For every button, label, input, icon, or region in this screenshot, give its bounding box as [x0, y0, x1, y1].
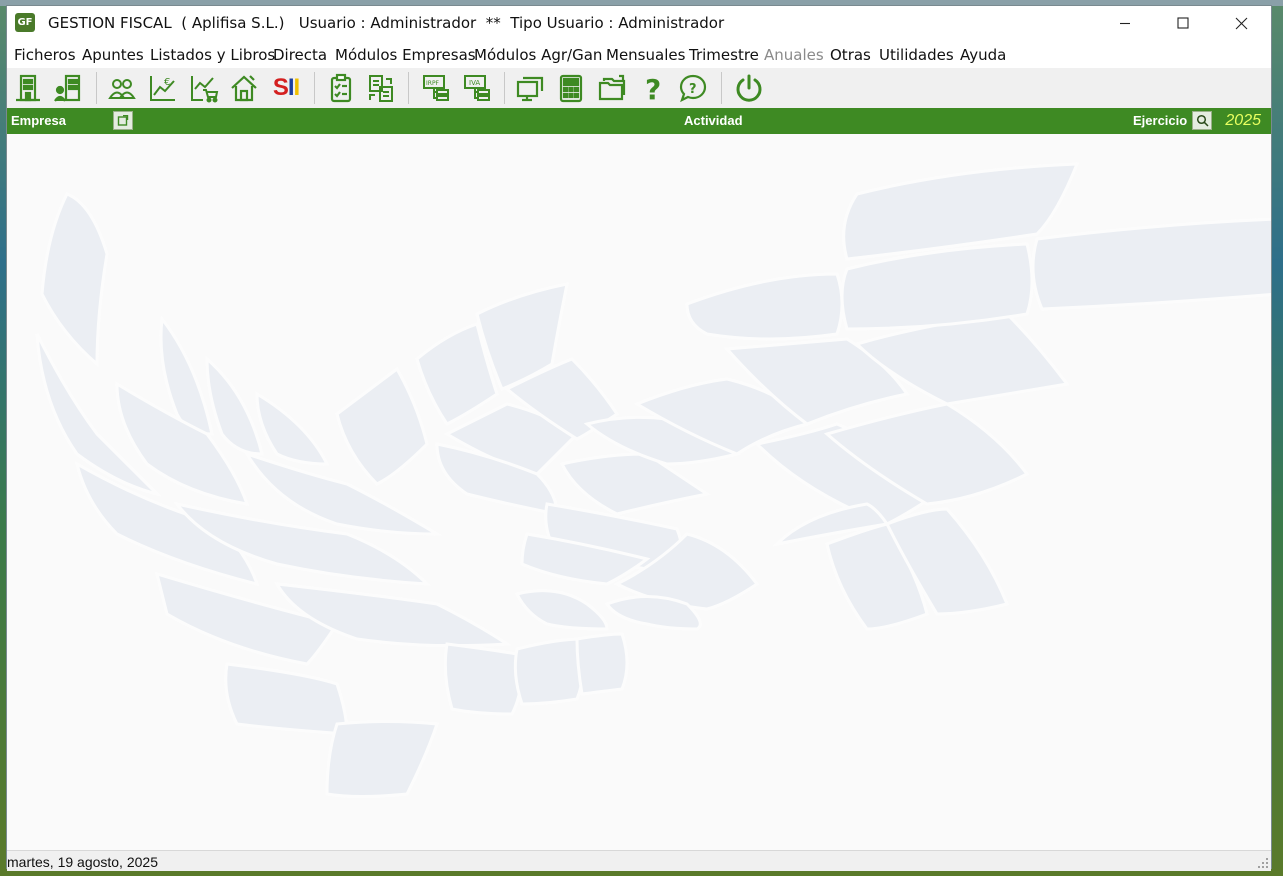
minimize-button[interactable]: [1096, 6, 1154, 40]
menu-modulos-agr-gan[interactable]: Módulos Agr/Gan: [474, 46, 602, 64]
maximize-icon: [1177, 17, 1189, 29]
close-button[interactable]: [1212, 6, 1270, 40]
calculadora-button[interactable]: [554, 71, 588, 105]
ejercicio-label: Ejercicio: [1133, 113, 1188, 128]
refresh-icon: [117, 114, 129, 126]
menu-mensuales[interactable]: Mensuales: [606, 46, 685, 64]
menu-ayuda[interactable]: Ayuda: [960, 46, 1006, 64]
clipboard-check-icon: [330, 73, 352, 103]
clientes-button[interactable]: [105, 71, 139, 105]
monitor-icon: [516, 76, 544, 102]
toolbar-separator: [408, 72, 409, 104]
sii-icon: SII: [272, 74, 300, 101]
maximize-button[interactable]: [1154, 6, 1212, 40]
sii-button[interactable]: SII: [269, 71, 303, 105]
empresa-label: Empresa: [11, 113, 66, 128]
pantallas-button[interactable]: [513, 71, 547, 105]
toolbar-separator: [721, 72, 722, 104]
menu-otras[interactable]: Otras: [830, 46, 871, 64]
document-transfer-icon: [369, 75, 393, 102]
toolbar: € SII IRPF IVA ? ?: [7, 68, 1271, 108]
soporte-button[interactable]: ?: [676, 71, 710, 105]
app-window: GF GESTION FISCAL ( Aplifisa S.L.) Usuar…: [6, 5, 1272, 871]
ejercicio-year: 2025: [1225, 112, 1261, 129]
cart-chart-icon: [191, 76, 219, 103]
traspasos-button[interactable]: [364, 71, 398, 105]
close-icon: [1235, 17, 1247, 29]
chat-help-icon: ?: [679, 74, 707, 103]
menu-apuntes[interactable]: Apuntes: [82, 46, 144, 64]
ayuda-button[interactable]: ?: [636, 71, 670, 105]
empresa-trabajador-button[interactable]: [51, 71, 85, 105]
empresa-select-button[interactable]: [113, 111, 133, 130]
actividad-label: Actividad: [684, 113, 743, 128]
menu-listados-libros[interactable]: Listados y Libros: [150, 46, 275, 64]
irpf-button[interactable]: IRPF: [419, 71, 453, 105]
empresas-button[interactable]: [11, 71, 45, 105]
menu-utilidades[interactable]: Utilidades: [879, 46, 954, 64]
carpetas-button[interactable]: [595, 71, 629, 105]
menu-trimestre[interactable]: Trimestre: [689, 46, 759, 64]
company-bar: Empresa Actividad Ejercicio 2025: [7, 108, 1271, 134]
svg-text:?: ?: [689, 82, 697, 97]
background-watermark: [35, 162, 1271, 798]
title-bar[interactable]: GF GESTION FISCAL ( Aplifisa S.L.) Usuar…: [7, 6, 1271, 40]
menu-bar: Ficheros Apuntes Listados y Libros Direc…: [7, 40, 1271, 68]
building-icon: [16, 74, 40, 102]
toolbar-separator: [96, 72, 97, 104]
users-icon: [108, 79, 136, 99]
search-icon: [1196, 114, 1209, 127]
menu-modulos-empresas[interactable]: Módulos Empresas: [335, 46, 476, 64]
ingresos-button[interactable]: €: [146, 71, 180, 105]
gastos-button[interactable]: [187, 71, 221, 105]
house-icon: [231, 75, 257, 102]
status-date: martes, 19 agosto, 2025: [7, 854, 158, 870]
euro-chart-icon: €: [150, 76, 175, 101]
salir-button[interactable]: [732, 71, 766, 105]
folder-icon: [598, 74, 626, 101]
resize-grip-icon[interactable]: [1257, 857, 1269, 869]
company-worker-icon: [54, 74, 81, 102]
inmuebles-button[interactable]: [227, 71, 261, 105]
iva-icon: IVA: [464, 75, 490, 101]
power-icon: [736, 74, 762, 102]
svg-text:IVA: IVA: [469, 79, 480, 87]
menu-ficheros[interactable]: Ficheros: [14, 46, 76, 64]
status-bar: martes, 19 agosto, 2025: [7, 850, 1271, 871]
toolbar-separator: [314, 72, 315, 104]
main-workspace: [7, 134, 1271, 850]
svg-text:?: ?: [645, 73, 661, 103]
svg-text:IRPF: IRPF: [426, 80, 440, 87]
app-logo-icon: GF: [15, 13, 35, 32]
help-icon: ?: [645, 73, 661, 103]
iva-button[interactable]: IVA: [460, 71, 494, 105]
ejercicio-search-button[interactable]: [1192, 111, 1212, 130]
irpf-icon: IRPF: [423, 75, 449, 101]
menu-anuales: Anuales: [764, 46, 824, 64]
minimize-icon: [1120, 22, 1130, 25]
toolbar-separator: [504, 72, 505, 104]
calculator-icon: [559, 74, 583, 103]
menu-directa[interactable]: Directa: [273, 46, 327, 64]
window-title: GESTION FISCAL ( Aplifisa S.L.) Usuario …: [48, 14, 725, 32]
svg-text:€: €: [164, 77, 170, 88]
tareas-button[interactable]: [324, 71, 358, 105]
